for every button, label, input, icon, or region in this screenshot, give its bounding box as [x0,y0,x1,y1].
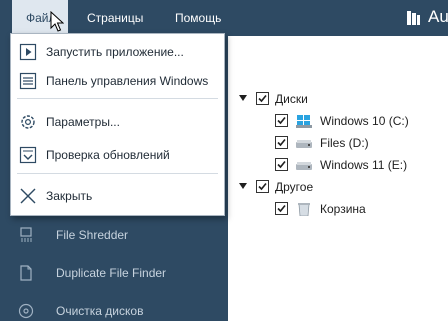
tree-group-label: Диски [275,92,308,106]
menu-item-label: Закрыть [46,189,93,203]
menu-separator [17,98,218,99]
checkbox-other[interactable] [256,180,269,193]
gear-icon [21,115,35,129]
file-menu-dropdown: Запустить приложение... Панель управлени… [10,33,225,216]
checkbox-recycle-bin[interactable] [275,202,288,215]
expand-arrow-icon[interactable] [239,95,247,101]
recycle-bin-icon [298,203,310,216]
checkbox-drive-d[interactable] [275,136,288,149]
tree-item-label: Windows 10 (C:) [320,114,409,128]
drive-icon [296,140,312,148]
tree-item-label: Windows 11 (E:) [320,158,408,172]
menu-help[interactable]: Помощь [175,0,221,36]
menu-item-close[interactable]: Закрыть [11,181,224,209]
menu-item-label: Проверка обновлений [46,148,170,162]
windows-drive-icon [296,115,312,128]
disk-cleanup-icon [18,303,34,319]
sidebar-item-file-shredder[interactable]: File Shredder [0,216,228,254]
menu-item-check-updates[interactable]: Проверка обновлений [11,140,224,168]
tree-item-drive-c[interactable]: Windows 10 (C:) [238,111,438,131]
menu-bar: Файл Страницы Помощь Au [0,0,448,36]
menu-item-label: Параметры... [46,115,120,129]
mouse-cursor-icon [50,11,64,32]
drive-icon [296,162,312,170]
tree-item-recycle-bin[interactable]: Корзина [238,199,438,219]
tree-item-drive-e[interactable]: Windows 11 (E:) [238,155,438,175]
menu-item-settings[interactable]: Параметры... [11,107,224,135]
menu-pages[interactable]: Страницы [87,0,143,36]
sidebar-item-duplicate-finder[interactable]: Duplicate File Finder [0,254,228,292]
tree-group-label: Другое [275,180,314,194]
checkbox-drives[interactable] [256,92,269,105]
sidebar-item-disk-cleanup[interactable]: Очистка дисков [0,292,228,321]
tree-group-drives[interactable]: Диски [238,89,438,109]
menu-item-label: Запустить приложение... [46,45,184,59]
sidebar-item-label: Очистка дисков [56,304,144,318]
duplicate-icon [20,265,32,281]
shredder-icon [20,227,32,242]
menu-separator [17,173,218,174]
app-title: Au [428,7,448,26]
tree-group-other[interactable]: Другое [238,177,438,197]
app-logo-icon [407,11,420,25]
checkbox-drive-e[interactable] [275,158,288,171]
expand-arrow-icon[interactable] [239,183,247,189]
sidebar-item-label: File Shredder [56,228,129,242]
checkbox-drive-c[interactable] [275,114,288,127]
play-icon [19,43,37,61]
close-icon [20,188,36,204]
tree-item-drive-d[interactable]: Files (D:) [238,133,438,153]
menu-item-control-panel[interactable]: Панель управления Windows [11,66,224,94]
update-icon [19,146,37,164]
menu-item-launch-app[interactable]: Запустить приложение... [11,37,224,65]
sidebar-item-label: Duplicate File Finder [56,266,167,280]
menu-item-label: Панель управления Windows [46,74,209,88]
tree-item-label: Корзина [320,202,366,216]
control-panel-icon [19,72,37,90]
tree-item-label: Files (D:) [320,136,369,150]
